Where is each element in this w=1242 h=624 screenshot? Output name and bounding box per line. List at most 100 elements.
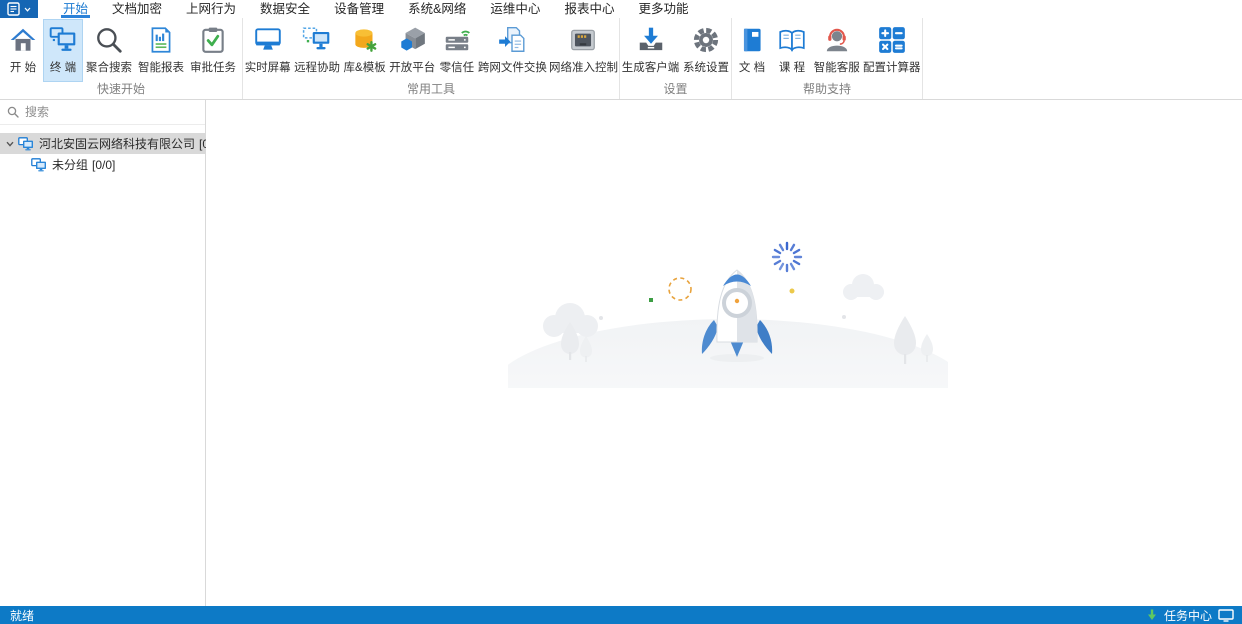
tab-data-security[interactable]: 数据安全 bbox=[248, 0, 322, 18]
button-label: 跨网文件交换 bbox=[478, 59, 547, 75]
tab-document-encryption[interactable]: 文档加密 bbox=[100, 0, 174, 18]
dashed-circle bbox=[669, 278, 691, 300]
terminal-button[interactable]: 终 端 bbox=[43, 19, 83, 82]
course-icon bbox=[777, 25, 807, 55]
approval-task-button[interactable]: 审批任务 bbox=[187, 19, 239, 82]
config-calculator-button[interactable]: 配置计算器 bbox=[862, 19, 922, 82]
realtime-screen-icon bbox=[253, 25, 283, 55]
task-center-button[interactable]: 任务中心 bbox=[1164, 607, 1212, 624]
zero-trust-button[interactable]: 零信任 bbox=[437, 19, 477, 82]
main-content-area bbox=[206, 100, 1242, 606]
yellow-dot bbox=[790, 289, 795, 294]
button-label: 配置计算器 bbox=[863, 59, 921, 75]
approval-task-icon bbox=[198, 25, 228, 55]
tab-start[interactable]: 开始 bbox=[51, 0, 100, 18]
ribbon-group-help-support: 文 档 课 程 bbox=[732, 18, 923, 99]
course-button[interactable]: 课 程 bbox=[772, 19, 812, 82]
button-label: 网络准入控制 bbox=[549, 59, 618, 75]
tab-system-network[interactable]: 系统&网络 bbox=[396, 0, 478, 18]
tree-node-company-root[interactable]: 河北安固云网络科技有限公司 [0/0] bbox=[0, 133, 205, 154]
ribbon-group-common-tools: 实时屏幕 远程协助 bbox=[243, 18, 620, 99]
tab-more-features[interactable]: 更多功能 bbox=[626, 0, 700, 18]
remote-assist-button[interactable]: 远程协助 bbox=[292, 19, 341, 82]
button-label: 智能报表 bbox=[138, 59, 184, 75]
aggregate-search-icon bbox=[94, 25, 124, 55]
smart-report-button[interactable]: 智能报表 bbox=[135, 19, 187, 82]
terminal-group-tree: 河北安固云网络科技有限公司 [0/0] 未分组 [0/0] bbox=[0, 125, 205, 175]
menu-bar: 开始 文档加密 上网行为 数据安全 设备管理 系统&网络 运维中心 报表中心 更… bbox=[0, 0, 1242, 18]
network-access-control-button[interactable]: 网络准入控制 bbox=[548, 19, 619, 82]
ribbon-group-label: 设置 bbox=[620, 82, 731, 99]
smart-report-icon bbox=[146, 25, 176, 55]
document-button[interactable]: 文 档 bbox=[732, 19, 772, 82]
search-icon bbox=[7, 106, 19, 118]
spinner-icon bbox=[773, 243, 801, 271]
terminal-group-icon bbox=[31, 158, 47, 172]
open-platform-button[interactable]: 开放平台 bbox=[388, 19, 437, 82]
open-platform-icon bbox=[397, 25, 427, 55]
status-text: 就绪 bbox=[10, 607, 34, 624]
monitor-icon[interactable] bbox=[1218, 609, 1234, 622]
library-template-button[interactable]: 库&模板 bbox=[342, 19, 388, 82]
button-label: 终 端 bbox=[50, 59, 76, 75]
tab-ops-center[interactable]: 运维中心 bbox=[478, 0, 552, 18]
ribbon-group-label: 帮助支持 bbox=[732, 82, 922, 99]
green-dot bbox=[649, 298, 653, 302]
system-settings-button[interactable]: 系统设置 bbox=[681, 19, 731, 82]
library-template-icon bbox=[350, 25, 380, 55]
button-label: 实时屏幕 bbox=[245, 59, 291, 75]
app-window-icon bbox=[7, 2, 21, 16]
zero-trust-icon bbox=[442, 25, 472, 55]
button-label: 课 程 bbox=[779, 59, 805, 75]
tree-node-count: [0/0] bbox=[92, 158, 115, 172]
generate-client-icon bbox=[636, 25, 666, 55]
network-access-control-icon bbox=[568, 25, 598, 55]
ribbon-group-quick-start: 开 始 终 端 聚合搜索 bbox=[0, 18, 243, 99]
ribbon-group-label: 快速开始 bbox=[0, 82, 242, 99]
start-button[interactable]: 开 始 bbox=[3, 19, 43, 82]
app-menu-button[interactable] bbox=[0, 0, 38, 18]
button-label: 聚合搜索 bbox=[86, 59, 132, 75]
ribbon-group-settings: 生成客户端 系统设置 设置 bbox=[620, 18, 732, 99]
home-icon bbox=[8, 25, 38, 55]
button-label: 零信任 bbox=[440, 59, 475, 75]
aggregate-search-button[interactable]: 聚合搜索 bbox=[83, 19, 135, 82]
smart-service-button[interactable]: 智能客服 bbox=[812, 19, 862, 82]
tree-node-label: 未分组 bbox=[52, 156, 88, 173]
terminal-group-icon bbox=[18, 137, 34, 151]
config-calculator-icon bbox=[877, 25, 907, 55]
ribbon-group-label: 常用工具 bbox=[243, 82, 619, 99]
cross-network-file-exchange-button[interactable]: 跨网文件交换 bbox=[477, 19, 548, 82]
menu-tabs: 开始 文档加密 上网行为 数据安全 设备管理 系统&网络 运维中心 报表中心 更… bbox=[51, 0, 700, 18]
tab-internet-behavior[interactable]: 上网行为 bbox=[174, 0, 248, 18]
tree-node-label: 河北安固云网络科技有限公司 bbox=[39, 135, 195, 152]
search-input[interactable] bbox=[25, 105, 198, 119]
document-icon bbox=[737, 25, 767, 55]
smart-service-icon bbox=[822, 25, 852, 55]
button-label: 智能客服 bbox=[814, 59, 860, 75]
button-label: 生成客户端 bbox=[622, 59, 680, 75]
realtime-screen-button[interactable]: 实时屏幕 bbox=[243, 19, 292, 82]
ribbon: 开 始 终 端 聚合搜索 bbox=[0, 18, 1242, 100]
cloud-right bbox=[843, 274, 884, 300]
button-label: 系统设置 bbox=[683, 59, 729, 75]
button-label: 远程协助 bbox=[294, 59, 340, 75]
button-label: 开放平台 bbox=[389, 59, 435, 75]
chevron-down-icon bbox=[24, 7, 31, 12]
remote-assist-icon bbox=[302, 25, 332, 55]
status-bar: 就绪 任务中心 bbox=[0, 606, 1242, 624]
terminal-tree-sidebar: 河北安固云网络科技有限公司 [0/0] 未分组 [0/0] bbox=[0, 100, 206, 606]
tab-device-management[interactable]: 设备管理 bbox=[322, 0, 396, 18]
tree-node-ungrouped[interactable]: 未分组 [0/0] bbox=[0, 154, 205, 175]
generate-client-button[interactable]: 生成客户端 bbox=[620, 19, 681, 82]
download-arrow-icon bbox=[1146, 609, 1158, 621]
button-label: 库&模板 bbox=[344, 59, 386, 75]
button-label: 文 档 bbox=[739, 59, 765, 75]
tab-report-center[interactable]: 报表中心 bbox=[552, 0, 626, 18]
terminal-icon bbox=[48, 25, 78, 55]
button-label: 开 始 bbox=[10, 59, 36, 75]
system-settings-icon bbox=[691, 25, 721, 55]
cross-network-file-exchange-icon bbox=[497, 25, 527, 55]
sidebar-search bbox=[0, 100, 205, 125]
chevron-expanded-icon[interactable] bbox=[5, 139, 15, 149]
